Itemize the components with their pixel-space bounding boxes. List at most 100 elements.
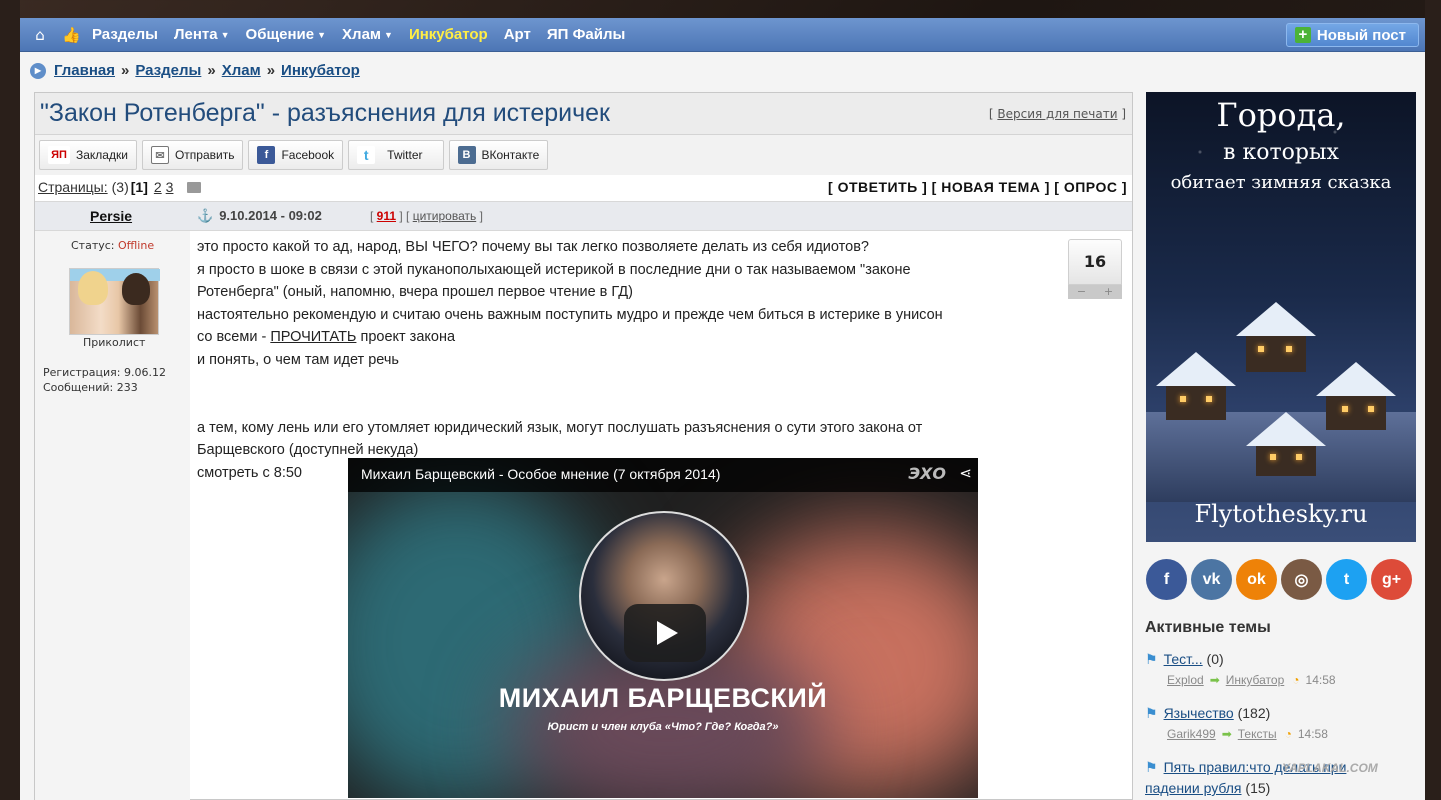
nav-item-sections[interactable]: Разделы bbox=[92, 26, 158, 43]
breadcrumb-sections[interactable]: Разделы bbox=[135, 62, 201, 79]
post-links: [ 911 ] [ цитировать ] bbox=[370, 209, 483, 223]
facebook-label: Facebook bbox=[281, 148, 335, 162]
ad-subheadline: в которых bbox=[1223, 140, 1339, 165]
video-person-name: МИХАИЛ БАРЩЕВСКИЙ bbox=[498, 683, 828, 713]
post-number[interactable]: 911 bbox=[377, 209, 396, 223]
status-value: Offline bbox=[118, 239, 155, 252]
post-line: я просто в шоке в связи с этой пуканопол… bbox=[197, 261, 911, 278]
breadcrumb-incubator[interactable]: Инкубатор bbox=[281, 62, 360, 79]
breadcrumb-separator: » bbox=[207, 62, 216, 79]
post-line: а тем, кому лень или его утомляет юридич… bbox=[197, 419, 923, 436]
send-label: Отправить bbox=[174, 148, 235, 162]
nav-item-art[interactable]: Арт bbox=[504, 26, 531, 43]
home-icon[interactable]: ⌂ bbox=[32, 26, 48, 44]
odnoklassniki-icon[interactable]: ok bbox=[1236, 559, 1277, 600]
breadcrumb-separator: » bbox=[266, 62, 276, 79]
main-nav: ⌂ 👍 Разделы Лента ▼ Общение ▼ Хлам ▼ Инкуба… bbox=[20, 18, 1425, 52]
nav-item-chat[interactable]: Общение ▼ bbox=[246, 26, 326, 43]
google-plus-icon[interactable]: g+ bbox=[1371, 559, 1412, 600]
post-line: это просто какой то ад, народ, ВЫ ЧЕГО? … bbox=[197, 239, 869, 255]
yap-logo-icon: ЯП bbox=[48, 146, 70, 164]
new-post-label: Новый пост bbox=[1316, 26, 1406, 44]
sidebar-ad-banner[interactable]: Города, в которых обитает зимняя сказка … bbox=[1146, 92, 1416, 542]
minus-icon[interactable]: − bbox=[1077, 285, 1086, 299]
chevron-down-icon: ▼ bbox=[220, 30, 230, 41]
active-topic-link-cont[interactable]: падении рубля bbox=[1145, 780, 1242, 796]
share-toolbar: ЯП Закладки ✉ Отправить f Facebook t Twi… bbox=[35, 135, 1132, 175]
active-topic-user[interactable]: Explod bbox=[1167, 673, 1204, 687]
breadcrumb-junk[interactable]: Хлам bbox=[222, 62, 261, 79]
instagram-icon[interactable]: ◎ bbox=[1281, 559, 1322, 600]
echo-logo: ЭХО bbox=[908, 464, 946, 483]
vk-icon[interactable]: vk bbox=[1191, 559, 1232, 600]
nav-item-incubator[interactable]: Инкубатор bbox=[409, 26, 488, 43]
twitter-icon[interactable]: t bbox=[1326, 559, 1367, 600]
site-container: ⌂ 👍 Разделы Лента ▼ Общение ▼ Хлам ▼ Инкуба… bbox=[20, 18, 1425, 800]
topic-actions[interactable]: [ ОТВЕТИТЬ ] [ НОВАЯ ТЕМА ] [ ОПРОС ] bbox=[828, 179, 1127, 195]
active-topic-link[interactable]: Тест... bbox=[1164, 651, 1203, 667]
breadcrumb-home[interactable]: Главная bbox=[54, 62, 115, 79]
ad-headline: Города, bbox=[1216, 96, 1346, 134]
post-body: Статус: Offline Приколист Регистрация: 9… bbox=[35, 231, 1132, 800]
anchor-icon[interactable]: ⚓ bbox=[197, 208, 213, 223]
send-button[interactable]: ✉ Отправить bbox=[141, 140, 244, 170]
user-stats: Регистрация: 9.06.12 Сообщений: 233 bbox=[43, 365, 166, 395]
post-author[interactable]: Persie bbox=[90, 208, 132, 224]
active-topic-section[interactable]: Инкубатор bbox=[1226, 673, 1285, 687]
active-topic-section[interactable]: Тексты bbox=[1238, 727, 1277, 741]
post-header: Persie ⚓ 9.10.2014 - 09:02 [ 911 ] [ цити… bbox=[35, 201, 1132, 231]
site-watermark: YAPLAKAL.COM bbox=[1282, 761, 1378, 775]
post-line: настоятельно рекомендую и считаю очень в… bbox=[197, 306, 943, 323]
user-status: Статус: Offline bbox=[71, 239, 154, 252]
pagination-row: Страницы: (3) [1] 2 3 [ ОТВЕТИТЬ ] [ НОВ… bbox=[35, 175, 1132, 201]
topic-header: "Закон Ротенберга" - разъяснения для ист… bbox=[35, 93, 1132, 135]
breadcrumb-arrow-icon: ▶ bbox=[30, 62, 46, 79]
bookmarks-button[interactable]: ЯП Закладки bbox=[39, 140, 137, 170]
thumbs-up-icon[interactable]: 👍 bbox=[62, 26, 81, 44]
play-button[interactable] bbox=[624, 604, 706, 662]
subscribe-mail-icon[interactable] bbox=[187, 181, 202, 193]
chevron-down-icon: ▼ bbox=[384, 30, 393, 41]
active-topic-time: 14:58 bbox=[1305, 673, 1336, 687]
vk-label: ВКонтакте bbox=[481, 148, 540, 162]
print-version-link[interactable]: Версия для печати bbox=[997, 107, 1117, 121]
active-topic-user[interactable]: Garik499 bbox=[1167, 727, 1216, 741]
nav-item-feed[interactable]: Лента ▼ bbox=[174, 26, 230, 43]
page-3-link[interactable]: 3 bbox=[166, 179, 174, 195]
twitter-share-button[interactable]: t Twitter bbox=[348, 140, 444, 170]
page-2-link[interactable]: 2 bbox=[154, 179, 162, 195]
clock-icon: ◔ bbox=[1292, 673, 1300, 687]
flag-icon: ⚑ bbox=[1145, 759, 1158, 775]
twitter-icon: t bbox=[357, 146, 376, 164]
bookmarks-label: Закладки bbox=[76, 148, 128, 162]
nav-item-files[interactable]: ЯП Файлы bbox=[547, 26, 625, 43]
active-topic-link[interactable]: Язычество bbox=[1164, 705, 1234, 721]
pages-label[interactable]: Страницы: bbox=[38, 179, 108, 195]
social-icons: f vk ok ◎ t g+ bbox=[1146, 559, 1416, 600]
plus-icon[interactable]: + bbox=[1104, 285, 1113, 299]
vk-icon: B bbox=[457, 146, 476, 164]
active-topics-title: Активные темы bbox=[1145, 619, 1271, 636]
pagination: Страницы: (3) [1] 2 3 bbox=[38, 179, 202, 195]
read-link[interactable]: ПРОЧИТАТЬ bbox=[270, 329, 356, 345]
user-messages: Сообщений: 233 bbox=[43, 381, 138, 394]
ad-tagline: обитает зимняя сказка bbox=[1170, 172, 1392, 193]
page-background-left bbox=[0, 0, 20, 800]
nav-item-junk[interactable]: Хлам ▼ bbox=[342, 26, 393, 43]
print-version: [ Версия для печати ] bbox=[988, 107, 1126, 121]
new-post-button[interactable]: + Новый пост bbox=[1285, 23, 1419, 47]
chevron-down-icon: ▼ bbox=[317, 30, 327, 41]
ad-village-image bbox=[1146, 242, 1416, 502]
video-title[interactable]: Михаил Барщевский - Особое мнение (7 окт… bbox=[361, 466, 720, 482]
quote-link[interactable]: цитировать bbox=[413, 209, 477, 223]
facebook-share-button[interactable]: f Facebook bbox=[248, 140, 344, 170]
clock-icon: ◔ bbox=[1284, 727, 1292, 741]
facebook-icon[interactable]: f bbox=[1146, 559, 1187, 600]
video-player[interactable]: Михаил Барщевский - Особое мнение (7 окт… bbox=[348, 458, 978, 798]
avatar[interactable] bbox=[69, 268, 160, 335]
share-icon[interactable]: ⋖ bbox=[959, 464, 972, 482]
user-registration: Регистрация: 9.06.12 bbox=[43, 366, 166, 379]
video-person-subtitle: Юрист и член клуба «Что? Где? Когда?» bbox=[547, 721, 779, 733]
vk-share-button[interactable]: B ВКонтакте bbox=[448, 140, 549, 170]
facebook-icon: f bbox=[257, 146, 276, 164]
